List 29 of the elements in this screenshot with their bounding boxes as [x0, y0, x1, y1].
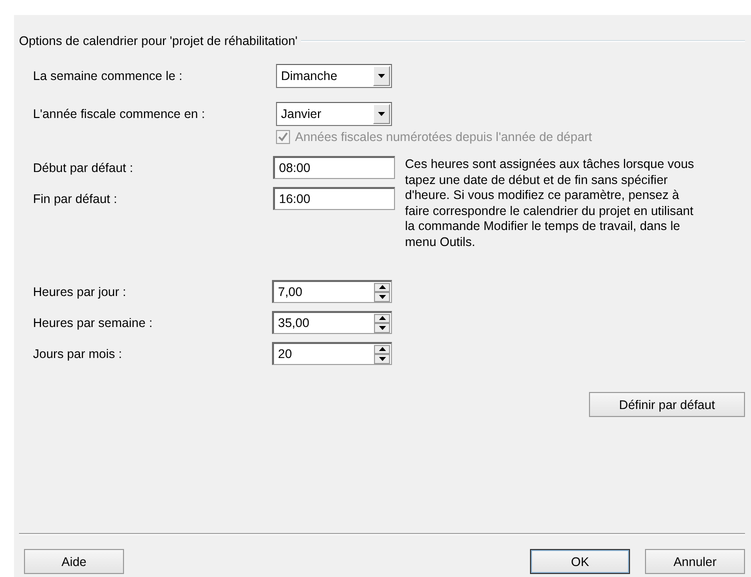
down-arrow-icon — [378, 326, 386, 330]
field-label: Début par défaut : — [33, 160, 134, 174]
set-default-button[interactable]: Définir par défaut — [589, 392, 745, 417]
dropdown[interactable]: Janvier — [276, 102, 392, 126]
caret-icon — [378, 112, 385, 116]
field-label: Fin par défaut : — [33, 192, 118, 206]
help-text: Ces heures sont assignées aux tâches lorsque vous tapez une date de début et de fin sans spécifier d'heure. Si vous modifiez ce paramètre, pensez à faire correspondre le calendrier du projet en utilisant la commande Modifier le temps de travail, dans le menu Outils. — [405, 157, 696, 250]
group-title: Options de calendrier pour 'projet de réhabilitation' — [19, 34, 298, 48]
field-label: L'année fiscale commence en : — [33, 107, 206, 121]
dropdown[interactable]: Dimanche — [276, 64, 392, 88]
field-label: Heures par jour : — [33, 284, 128, 298]
dialog-button[interactable]: Annuler — [645, 549, 745, 574]
field-label: Heures par semaine : — [33, 316, 154, 330]
down-arrow-icon — [378, 294, 386, 299]
field-label: Jours par mois : — [33, 346, 123, 360]
up-arrow-icon — [378, 316, 386, 320]
down-arrow-icon — [378, 356, 386, 361]
checkbox-label: Années fiscales numérotées depuis l'année de départ — [295, 130, 592, 144]
number-spinner[interactable]: 35,00 — [272, 311, 392, 334]
field-label: La semaine commence le : — [33, 69, 184, 83]
dialog-button[interactable]: OK — [530, 549, 630, 574]
up-arrow-icon — [378, 285, 386, 290]
up-arrow-icon — [378, 347, 386, 352]
time-field[interactable]: 16:00 — [273, 187, 395, 210]
time-field[interactable]: 08:00 — [273, 156, 395, 179]
caret-icon — [378, 74, 385, 78]
number-spinner[interactable]: 20 — [272, 342, 392, 365]
number-spinner[interactable]: 7,00 — [272, 280, 392, 303]
dialog-button[interactable]: Aide — [24, 549, 124, 574]
